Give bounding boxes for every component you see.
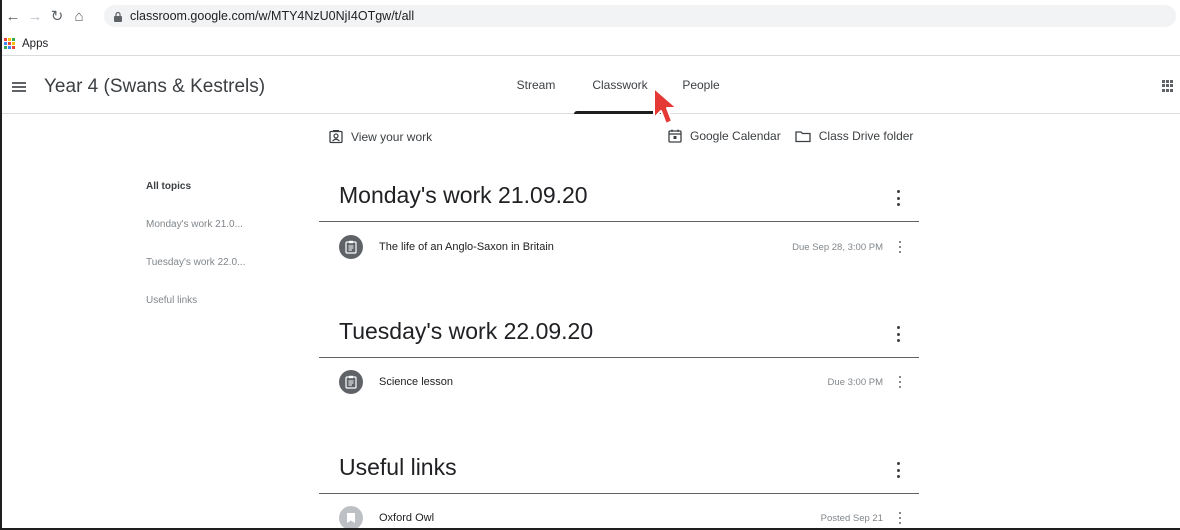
account-box-icon [329, 130, 343, 144]
google-calendar-link[interactable]: Google Calendar [668, 129, 781, 143]
more-vert-icon[interactable] [893, 190, 903, 206]
mouse-cursor-icon [652, 86, 680, 133]
class-drive-folder-label: Class Drive folder [818, 129, 914, 143]
tab-stream[interactable]: Stream [498, 56, 574, 114]
address-bar[interactable]: classroom.google.com/w/MTY4NzU0NjI4OTgw/… [104, 5, 1176, 27]
more-vert-icon[interactable] [893, 462, 903, 478]
assignment-icon [339, 370, 363, 394]
back-icon[interactable]: ← [2, 5, 24, 27]
class-title[interactable]: Year 4 (Swans & Kestrels) [44, 76, 265, 98]
google-apps-icon[interactable] [1162, 80, 1174, 92]
topic-useful-links[interactable]: Useful links [146, 294, 245, 332]
class-links: Google Calendar Class Drive folder [668, 129, 927, 143]
home-icon[interactable]: ⌂ [68, 5, 90, 27]
assignment-icon [339, 235, 363, 259]
folder-icon [795, 129, 811, 143]
tab-bar: Stream Classwork People [498, 56, 736, 114]
lock-icon [114, 11, 122, 22]
google-calendar-label: Google Calendar [690, 129, 781, 143]
classwork-item[interactable]: Science lesson Due 3:00 PM [339, 368, 903, 396]
item-due-date: Due 3:00 PM [827, 376, 883, 388]
section-title: Useful links [339, 454, 457, 480]
section-title: Monday's work 21.09.20 [339, 182, 588, 208]
reload-icon[interactable]: ↻ [46, 5, 68, 27]
section-divider [319, 357, 919, 358]
hamburger-menu-icon[interactable] [12, 82, 26, 92]
classwork-item[interactable]: Oxford Owl Posted Sep 21 [339, 504, 903, 530]
section-divider [319, 493, 919, 494]
more-vert-icon[interactable] [897, 376, 903, 388]
topic-tuesdays-work[interactable]: Tuesday's work 22.0... [146, 256, 245, 294]
topic-section: Useful links Oxford Owl Posted Sep 21 [319, 450, 919, 530]
more-vert-icon[interactable] [897, 512, 903, 524]
classroom-header: Year 4 (Swans & Kestrels) Stream Classwo… [0, 56, 1180, 114]
classwork-item[interactable]: The life of an Anglo-Saxon in Britain Du… [339, 233, 903, 261]
more-vert-icon[interactable] [893, 326, 903, 342]
topic-section: Tuesday's work 22.09.20 Science lesson D… [319, 314, 919, 404]
section-title: Tuesday's work 22.09.20 [339, 318, 594, 344]
bookmarks-bar: Apps [0, 32, 1180, 56]
section-divider [319, 221, 919, 222]
forward-icon[interactable]: → [24, 5, 46, 27]
class-drive-folder-link[interactable]: Class Drive folder [795, 129, 914, 143]
item-title: The life of an Anglo-Saxon in Britain [379, 241, 554, 253]
item-due-date: Due Sep 28, 3:00 PM [792, 241, 883, 253]
url-text: classroom.google.com/w/MTY4NzU0NjI4OTgw/… [130, 9, 415, 23]
view-work-label: View your work [351, 130, 433, 144]
topic-mondays-work[interactable]: Monday's work 21.0... [146, 218, 245, 256]
topics-sidebar: All topics Monday's work 21.0... Tuesday… [146, 180, 245, 332]
browser-toolbar: ← → ↻ ⌂ classroom.google.com/w/MTY4NzU0N… [0, 0, 1180, 32]
more-vert-icon[interactable] [897, 241, 903, 253]
apps-grid-icon[interactable] [4, 37, 16, 50]
item-title: Oxford Owl [379, 512, 435, 524]
view-work-link[interactable]: View your work [329, 130, 432, 144]
topic-section: Monday's work 21.09.20 The life of an An… [319, 178, 919, 268]
item-title: Science lesson [379, 376, 453, 388]
apps-bookmark[interactable]: Apps [22, 38, 48, 50]
material-icon [339, 506, 363, 530]
item-posted-date: Posted Sep 21 [820, 512, 883, 524]
topic-all[interactable]: All topics [146, 180, 245, 218]
